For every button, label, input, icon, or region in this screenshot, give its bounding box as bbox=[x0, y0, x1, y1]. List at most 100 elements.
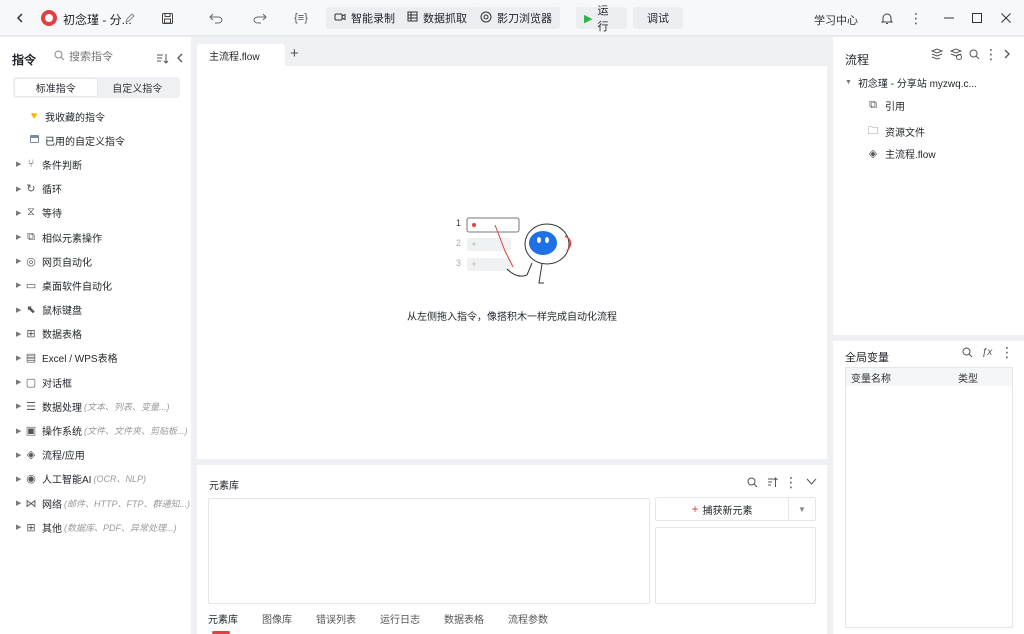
collapse-right-icon[interactable] bbox=[999, 46, 1015, 62]
tab-custom-commands[interactable]: 自定义指令 bbox=[97, 79, 179, 96]
empty-illustration: 1 2 3 bbox=[456, 217, 572, 284]
add-flow-icon[interactable] bbox=[929, 46, 945, 62]
list-item-dialog[interactable]: ▶ ▢ 对话框 bbox=[0, 370, 191, 394]
maximize-icon[interactable] bbox=[965, 6, 989, 30]
element-library-title: 元素库 bbox=[209, 481, 239, 492]
expand-arrow-icon: ▶ bbox=[16, 524, 22, 532]
data-capture-button[interactable]: 数据抓取 bbox=[399, 7, 475, 29]
expand-arrow-icon: ▶ bbox=[16, 185, 22, 193]
list-item-used-custom[interactable]: 已用的自定义指令 bbox=[0, 128, 191, 152]
tab-error-list[interactable]: 错误列表 bbox=[316, 611, 356, 626]
tree-item-reference[interactable]: ⧉ 引用 bbox=[867, 98, 905, 113]
add-tab-icon[interactable]: + bbox=[290, 45, 299, 62]
variable-icon[interactable]: {≡} bbox=[289, 6, 313, 30]
browser-button[interactable]: 影刀浏览器 bbox=[472, 7, 560, 29]
more-vertical-icon[interactable]: ⋮ bbox=[983, 46, 999, 62]
edit-icon[interactable] bbox=[123, 8, 137, 28]
list-item-excel[interactable]: ▶ ▤ Excel / WPS表格 bbox=[0, 346, 191, 370]
list-item-other[interactable]: ▶ ⊞ 其他 (数据库、PDF、异常处理...) bbox=[0, 515, 191, 539]
list-item-mouse[interactable]: ▶ ⬉ 鼠标键盘 bbox=[0, 298, 191, 322]
close-icon[interactable] bbox=[994, 6, 1018, 30]
tab-run-log[interactable]: 运行日志 bbox=[380, 611, 420, 626]
expand-arrow-icon: ▶ bbox=[16, 427, 22, 435]
search-icon[interactable] bbox=[744, 474, 760, 490]
add-module-icon[interactable] bbox=[948, 46, 964, 62]
monitor-icon: ▭ bbox=[25, 279, 37, 292]
flow-canvas[interactable]: 1 2 3 从左侧拖入指令，像搭积木一样完成自动化流程 bbox=[197, 66, 827, 459]
tree-item-resources[interactable]: 🗀 资源文件 bbox=[867, 122, 926, 141]
list-item-network[interactable]: ▶ ⋈ 网络 (邮件、HTTP、FTP、群通知...) bbox=[0, 491, 191, 515]
table-icon: ⊞ bbox=[26, 328, 36, 341]
run-button[interactable]: ▶ 运行 bbox=[576, 5, 627, 33]
minimize-icon[interactable] bbox=[937, 6, 961, 30]
copy-icon: ⧉ bbox=[869, 99, 877, 111]
capture-new-element-button[interactable]: + 捕获新元素 bbox=[656, 498, 789, 520]
back-icon[interactable] bbox=[8, 6, 32, 30]
list-item-favorites[interactable]: ♥ 我收藏的指令 bbox=[0, 104, 191, 128]
expand-arrow-icon: ▶ bbox=[16, 234, 22, 242]
global-variables-table: 变量名称 类型 bbox=[845, 367, 1013, 628]
tree-item-main-flow[interactable]: ◈ 主流程.flow bbox=[867, 146, 936, 161]
video-icon bbox=[334, 12, 346, 25]
command-list: ♥ 我收藏的指令 已用的自定义指令 ▶ ⑂ 条件判断 ▶ ↻ 循环 ▶ ⧖ 等待 ▶ ⧉ 相似元… bbox=[0, 104, 191, 539]
chevron-down-icon[interactable] bbox=[803, 474, 819, 490]
list-item-web[interactable]: ▶ ◎ 网页自动化 bbox=[0, 249, 191, 273]
expand-arrow-icon: ▶ bbox=[16, 403, 22, 411]
list-item-wait[interactable]: ▶ ⧖ 等待 bbox=[0, 201, 191, 225]
expand-arrow-icon: ▶ bbox=[16, 282, 22, 290]
study-center-link[interactable]: 学习中心 bbox=[814, 12, 858, 28]
list-item-desktop[interactable]: ▶ ▭ 桌面软件自动化 bbox=[0, 273, 191, 297]
more-vertical-icon[interactable]: ⋮ bbox=[999, 344, 1015, 360]
sort-icon[interactable] bbox=[764, 474, 780, 490]
list-item-loop[interactable]: ▶ ↻ 循环 bbox=[0, 177, 191, 201]
collapse-left-icon[interactable] bbox=[168, 46, 192, 70]
bell-icon[interactable] bbox=[875, 6, 899, 30]
more-vertical-icon[interactable]: ⋮ bbox=[904, 6, 928, 30]
flow-panel-title: 流程 bbox=[845, 53, 870, 67]
list-item-flow-app[interactable]: ▶ ◈ 流程/应用 bbox=[0, 443, 191, 467]
title-bar: 初念瑾 - 分... {≡} 智能录制 数据抓取 影刀浏览器 ▶ 运行 调试 学… bbox=[0, 0, 1024, 36]
tab-image-library[interactable]: 图像库 bbox=[262, 611, 292, 626]
command-type-switch: 标准指令 自定义指令 bbox=[13, 77, 180, 98]
more-vertical-icon[interactable]: ⋮ bbox=[783, 474, 799, 490]
table-icon bbox=[407, 11, 418, 25]
smart-record-button[interactable]: 智能录制 bbox=[326, 7, 403, 29]
command-panel: 指令 标准指令 自定义指令 ♥ 我收藏的指令 已用的自定义指令 ▶⑂条件判断 ▶… bbox=[0, 37, 191, 634]
hourglass-icon: ⧖ bbox=[27, 206, 35, 219]
data-icon: ☰ bbox=[26, 400, 36, 413]
save-icon[interactable] bbox=[155, 6, 179, 30]
tab-flow-params[interactable]: 流程参数 bbox=[508, 611, 548, 626]
list-item-condition[interactable]: ▶ ⑂ 条件判断 bbox=[0, 152, 191, 176]
network-icon: ⋈ bbox=[25, 497, 37, 510]
svg-text:3: 3 bbox=[456, 258, 461, 268]
expand-arrow-icon: ▶ bbox=[16, 475, 22, 483]
list-item-similar[interactable]: ▶ ⧉ 相似元素操作 bbox=[0, 225, 191, 249]
tab-data-table[interactable]: 数据表格 bbox=[444, 611, 484, 626]
list-item-ai[interactable]: ▶ ◉ 人工智能AI (OCR、NLP) bbox=[0, 467, 191, 491]
list-item-datatable[interactable]: ▶ ⊞ 数据表格 bbox=[0, 322, 191, 346]
globe-icon: ◎ bbox=[26, 255, 36, 268]
command-search-input[interactable] bbox=[69, 51, 141, 63]
expand-arrow-icon: ▶ bbox=[16, 451, 22, 459]
undo-icon[interactable] bbox=[204, 6, 228, 30]
search-icon[interactable] bbox=[966, 46, 982, 62]
svg-text:2: 2 bbox=[456, 238, 461, 248]
list-item-os[interactable]: ▶ ▣ 操作系统 (文件、文件夹、剪贴板...) bbox=[0, 418, 191, 442]
capture-dropdown-icon[interactable]: ▼ bbox=[789, 505, 815, 514]
tree-root[interactable]: ▼ 初念瑾 - 分享站 myzwq.c... bbox=[845, 75, 977, 90]
global-variables-title: 全局变量 bbox=[845, 352, 889, 364]
branch-icon: ⑂ bbox=[27, 158, 35, 171]
tab-element-library[interactable]: 元素库 bbox=[208, 611, 238, 634]
add-variable-icon[interactable]: ƒx bbox=[979, 344, 995, 360]
tab-standard-commands[interactable]: 标准指令 bbox=[15, 79, 97, 96]
panel-divider[interactable] bbox=[833, 335, 1024, 341]
redo-icon[interactable] bbox=[248, 6, 272, 30]
search-icon[interactable] bbox=[959, 344, 975, 360]
debug-button[interactable]: 调试 bbox=[633, 7, 683, 29]
list-item-data-process[interactable]: ▶ ☰ 数据处理 (文本、列表、变量...) bbox=[0, 394, 191, 418]
element-list[interactable] bbox=[208, 498, 650, 604]
os-icon: ▣ bbox=[25, 425, 37, 438]
command-search[interactable] bbox=[50, 46, 143, 68]
expand-arrow-icon: ▶ bbox=[16, 330, 22, 338]
tab-main-flow[interactable]: 主流程.flow bbox=[197, 44, 285, 66]
